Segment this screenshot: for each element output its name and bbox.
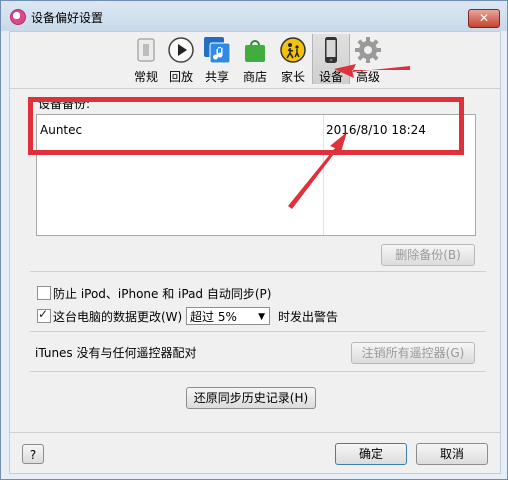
tab-advanced-label: 高级 bbox=[355, 70, 380, 84]
iphone-icon bbox=[325, 37, 337, 63]
switch-icon bbox=[137, 38, 155, 62]
threshold-select[interactable]: 超过 5% ▼ bbox=[186, 307, 270, 325]
threshold-value: 超过 5% bbox=[190, 310, 237, 324]
warn-data-change-checkbox[interactable] bbox=[37, 307, 51, 323]
ok-button[interactable]: 确定 bbox=[335, 443, 407, 465]
delete-backup-button[interactable]: 删除备份(B) bbox=[381, 244, 475, 266]
prevent-auto-sync-checkbox[interactable] bbox=[37, 286, 51, 300]
tab-sharing[interactable]: 共享 bbox=[199, 34, 235, 84]
unpair-remotes-button[interactable]: 注销所有遥控器(G) bbox=[351, 342, 475, 364]
itunes-app-icon bbox=[10, 9, 26, 25]
toolbar-divider bbox=[10, 88, 500, 89]
close-button[interactable]: ✕ bbox=[468, 9, 500, 28]
shopping-bag-icon bbox=[245, 40, 265, 62]
parental-icon bbox=[280, 37, 306, 63]
divider bbox=[30, 331, 486, 332]
preferences-window: 设备偏好设置 ✕ 常规 回放 共享 商店 家长 设备 高级 设备备份: Aunt… bbox=[0, 0, 508, 480]
title-bar: 设备偏好设置 ✕ bbox=[1, 1, 507, 31]
window-title: 设备偏好设置 bbox=[31, 11, 104, 25]
music-share-icon bbox=[204, 37, 231, 64]
remotes-status-text: iTunes 没有与任何遥控器配对 bbox=[35, 346, 197, 360]
tab-advanced[interactable]: 高级 bbox=[350, 34, 386, 84]
warn-data-change-label: 这台电脑的数据更改(W) bbox=[53, 310, 183, 324]
warn-suffix-label: 时发出警告 bbox=[278, 310, 339, 324]
chevron-down-icon: ▼ bbox=[258, 312, 265, 322]
divider bbox=[30, 271, 486, 272]
reset-sync-history-button[interactable]: 还原同步历史记录(H) bbox=[186, 387, 316, 409]
tab-store[interactable]: 商店 bbox=[237, 34, 273, 84]
footer-divider bbox=[10, 432, 500, 433]
prevent-auto-sync-label: 防止 iPod、iPhone 和 iPad 自动同步(P) bbox=[53, 287, 272, 301]
cancel-button[interactable]: 取消 bbox=[416, 443, 488, 465]
divider bbox=[30, 371, 486, 372]
dialog-content: 常规 回放 共享 商店 家长 设备 高级 设备备份: Auntec 2016/8… bbox=[9, 31, 501, 474]
gear-icon bbox=[355, 37, 381, 63]
tab-parental[interactable]: 家长 bbox=[275, 34, 311, 84]
help-button[interactable]: ? bbox=[22, 444, 44, 464]
annotation-highlight-box bbox=[28, 97, 464, 155]
play-icon bbox=[168, 37, 194, 63]
